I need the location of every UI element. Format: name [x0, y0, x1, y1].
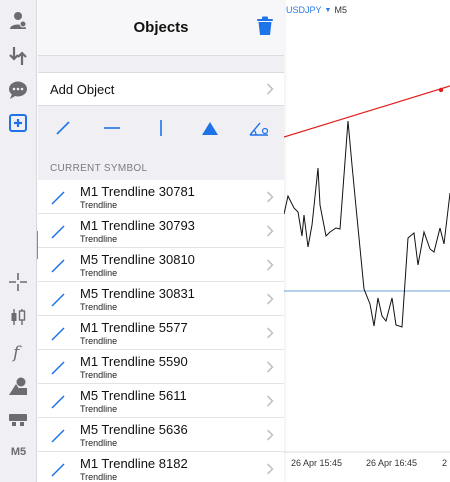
- object-name: M1 Trendline 30781: [80, 184, 195, 199]
- trendline-icon: [51, 361, 65, 375]
- trendline-icon: [51, 395, 65, 409]
- trash-icon[interactable]: [256, 16, 274, 36]
- object-name: M1 Trendline 30793: [80, 218, 195, 233]
- chevron-right-icon: [266, 259, 274, 271]
- objects-panel: Objects Add Object CURRENT SYMBOL M1 Tre…: [38, 0, 284, 482]
- chevron-right-icon: [266, 293, 274, 305]
- symbol-dropdown-icon[interactable]: ▼: [325, 7, 332, 14]
- trendline-icon: [51, 191, 65, 205]
- red-trendline: [284, 85, 450, 138]
- horizontal-line-tool-icon[interactable]: [99, 115, 125, 141]
- time-axis-label: 26 Apr 16:45: [366, 458, 418, 468]
- object-type: Trendline: [80, 336, 118, 346]
- chart-canvas: [284, 85, 450, 453]
- chat-icon[interactable]: [6, 78, 30, 102]
- trendline-tool-icon[interactable]: [50, 115, 76, 141]
- object-type: Trendline: [80, 302, 118, 312]
- chevron-right-icon: [266, 395, 274, 407]
- trendline-icon: [51, 293, 65, 307]
- chevron-right-icon: [266, 327, 274, 339]
- chart-symbol[interactable]: USDJPY: [286, 5, 322, 15]
- time-axis-label: 2: [442, 458, 448, 468]
- drawing-tools-row: [38, 106, 284, 150]
- object-name: M5 Trendline 5611: [80, 388, 187, 403]
- object-type: Trendline: [80, 370, 118, 380]
- chevron-right-icon: [266, 225, 274, 237]
- objects-shapes-icon[interactable]: [6, 374, 30, 398]
- trendline-anchor-point: [438, 87, 444, 93]
- vertical-line-tool-icon[interactable]: [148, 115, 174, 141]
- svg-text:f: f: [11, 343, 22, 363]
- object-type: Trendline: [80, 268, 118, 278]
- trendline-icon: [51, 463, 65, 477]
- trendline-icon: [51, 225, 65, 239]
- price-chart[interactable]: USDJPY ▼ M5 26 Apr 15:45 26 Apr 16:45 2: [284, 0, 450, 482]
- object-row[interactable]: M5 Trendline 30831 Trendline: [38, 282, 284, 316]
- object-name: M5 Trendline 30810: [80, 252, 195, 267]
- add-object-row[interactable]: Add Object: [38, 72, 284, 106]
- panel-title: Objects: [133, 19, 189, 36]
- indicators-function-icon[interactable]: f: [6, 340, 30, 364]
- object-type: Trendline: [80, 472, 118, 482]
- object-type: Trendline: [80, 404, 118, 414]
- add-object-label: Add Object: [50, 82, 115, 97]
- object-row[interactable]: M1 Trendline 30781 Trendline: [38, 180, 284, 214]
- chart-timeframe: M5: [334, 5, 347, 15]
- object-name: M1 Trendline 8182: [80, 456, 188, 471]
- trendline-icon: [51, 259, 65, 273]
- object-type: Trendline: [80, 234, 118, 244]
- chevron-right-icon: [266, 191, 274, 203]
- left-toolbar: f M5: [0, 0, 39, 482]
- triangle-shape-tool-icon[interactable]: [197, 115, 223, 141]
- price-line: [284, 120, 450, 328]
- fibonacci-tool-icon[interactable]: [246, 115, 272, 141]
- chevron-right-icon: [266, 361, 274, 373]
- object-name: M5 Trendline 5636: [80, 422, 188, 437]
- object-row[interactable]: M5 Trendline 5611 Trendline: [38, 384, 284, 418]
- object-type: Trendline: [80, 438, 118, 448]
- time-axis-label: 26 Apr 15:45: [291, 458, 343, 468]
- chart-template-icon[interactable]: [6, 407, 30, 431]
- object-name: M1 Trendline 5577: [80, 320, 188, 335]
- object-row[interactable]: M5 Trendline 5636 Trendline: [38, 418, 284, 452]
- object-row[interactable]: M5 Trendline 30810 Trendline: [38, 248, 284, 282]
- crosshair-icon[interactable]: [6, 270, 30, 294]
- chevron-right-icon: [266, 429, 274, 441]
- object-type: Trendline: [80, 200, 118, 210]
- trade-arrows-icon[interactable]: [6, 44, 30, 68]
- add-object-icon[interactable]: [6, 111, 30, 135]
- candlestick-icon[interactable]: [6, 305, 30, 329]
- chart-symbol-header[interactable]: USDJPY ▼ M5: [286, 5, 347, 15]
- panel-header: Objects: [38, 0, 284, 56]
- timeframe-button[interactable]: M5: [5, 446, 32, 458]
- trendline-icon: [51, 429, 65, 443]
- object-name: M1 Trendline 5590: [80, 354, 188, 369]
- object-row[interactable]: M1 Trendline 5577 Trendline: [38, 316, 284, 350]
- object-row[interactable]: M1 Trendline 30793 Trendline: [38, 214, 284, 248]
- objects-list: M1 Trendline 30781 Trendline M1 Trendlin…: [38, 180, 284, 482]
- chevron-right-icon: [266, 83, 274, 95]
- trendline-icon: [51, 327, 65, 341]
- object-name: M5 Trendline 30831: [80, 286, 195, 301]
- section-header: CURRENT SYMBOL: [50, 163, 148, 174]
- accounts-icon[interactable]: [6, 8, 30, 32]
- object-row[interactable]: M1 Trendline 5590 Trendline: [38, 350, 284, 384]
- chevron-right-icon: [266, 463, 274, 475]
- object-row[interactable]: M1 Trendline 8182 Trendline: [38, 452, 284, 482]
